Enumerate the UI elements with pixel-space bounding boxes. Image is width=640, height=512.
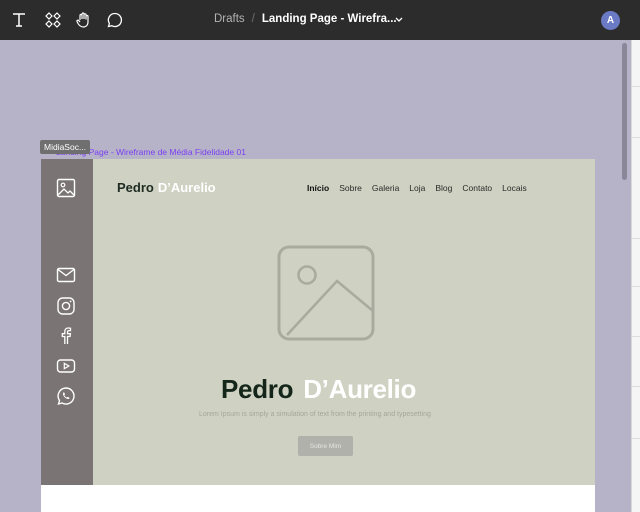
avatar[interactable]: A: [601, 11, 620, 30]
site-logo[interactable]: Pedro D’Aurelio: [117, 180, 216, 195]
selected-layer-tag[interactable]: MidiaSoc...: [40, 140, 91, 154]
logo-first-name: Pedro: [117, 180, 154, 195]
scrollbar-thumb[interactable]: [622, 43, 627, 180]
about-me-button[interactable]: Sobre Mim: [298, 436, 353, 456]
text-tool-icon[interactable]: [8, 9, 30, 31]
hero-image-placeholder-icon: [277, 245, 375, 341]
logo-last-name: D’Aurelio: [157, 180, 216, 195]
site-nav: Início Sobre Galeria Loja Blog Contato L…: [307, 183, 537, 193]
components-tool-icon[interactable]: [42, 9, 64, 31]
mail-icon[interactable]: [56, 265, 76, 285]
top-toolbar: Drafts / Landing Page - Wirefra... A: [0, 0, 640, 40]
nav-item-loja[interactable]: Loja: [409, 183, 425, 193]
hero-subtitle: Lorem Ipsum is simply a simulation of te…: [199, 411, 431, 418]
comment-tool-icon[interactable]: [104, 9, 126, 31]
nav-item-galeria[interactable]: Galeria: [372, 183, 399, 193]
hand-tool-icon[interactable]: [73, 9, 95, 31]
next-section: [41, 485, 595, 512]
hero-title-first: Pedro: [221, 374, 294, 404]
nav-item-locais[interactable]: Locais: [502, 183, 527, 193]
instagram-icon[interactable]: [56, 296, 76, 316]
nav-item-sobre[interactable]: Sobre: [339, 183, 362, 193]
nav-item-contato[interactable]: Contato: [462, 183, 492, 193]
hero-title: Pedro D’Aurelio: [221, 374, 416, 405]
hero-title-last: D’Aurelio: [303, 374, 417, 404]
landing-page-frame[interactable]: Pedro D’Aurelio Início Sobre Galeria Loja…: [41, 159, 595, 512]
chevron-down-icon[interactable]: [394, 16, 404, 24]
whatsapp-icon[interactable]: [56, 386, 76, 406]
breadcrumb-drafts[interactable]: Drafts: [214, 13, 245, 25]
right-panel-edge: [631, 40, 640, 512]
nav-item-inicio[interactable]: Início: [307, 183, 329, 193]
social-media-sidebar[interactable]: [41, 159, 93, 485]
breadcrumb: Drafts / Landing Page - Wirefra...: [214, 13, 397, 25]
facebook-icon[interactable]: [56, 326, 76, 346]
nav-item-blog[interactable]: Blog: [435, 183, 452, 193]
breadcrumb-separator: /: [251, 13, 255, 25]
youtube-icon[interactable]: [56, 356, 76, 376]
file-title[interactable]: Landing Page - Wirefra...: [262, 13, 397, 25]
image-icon: [56, 178, 76, 198]
